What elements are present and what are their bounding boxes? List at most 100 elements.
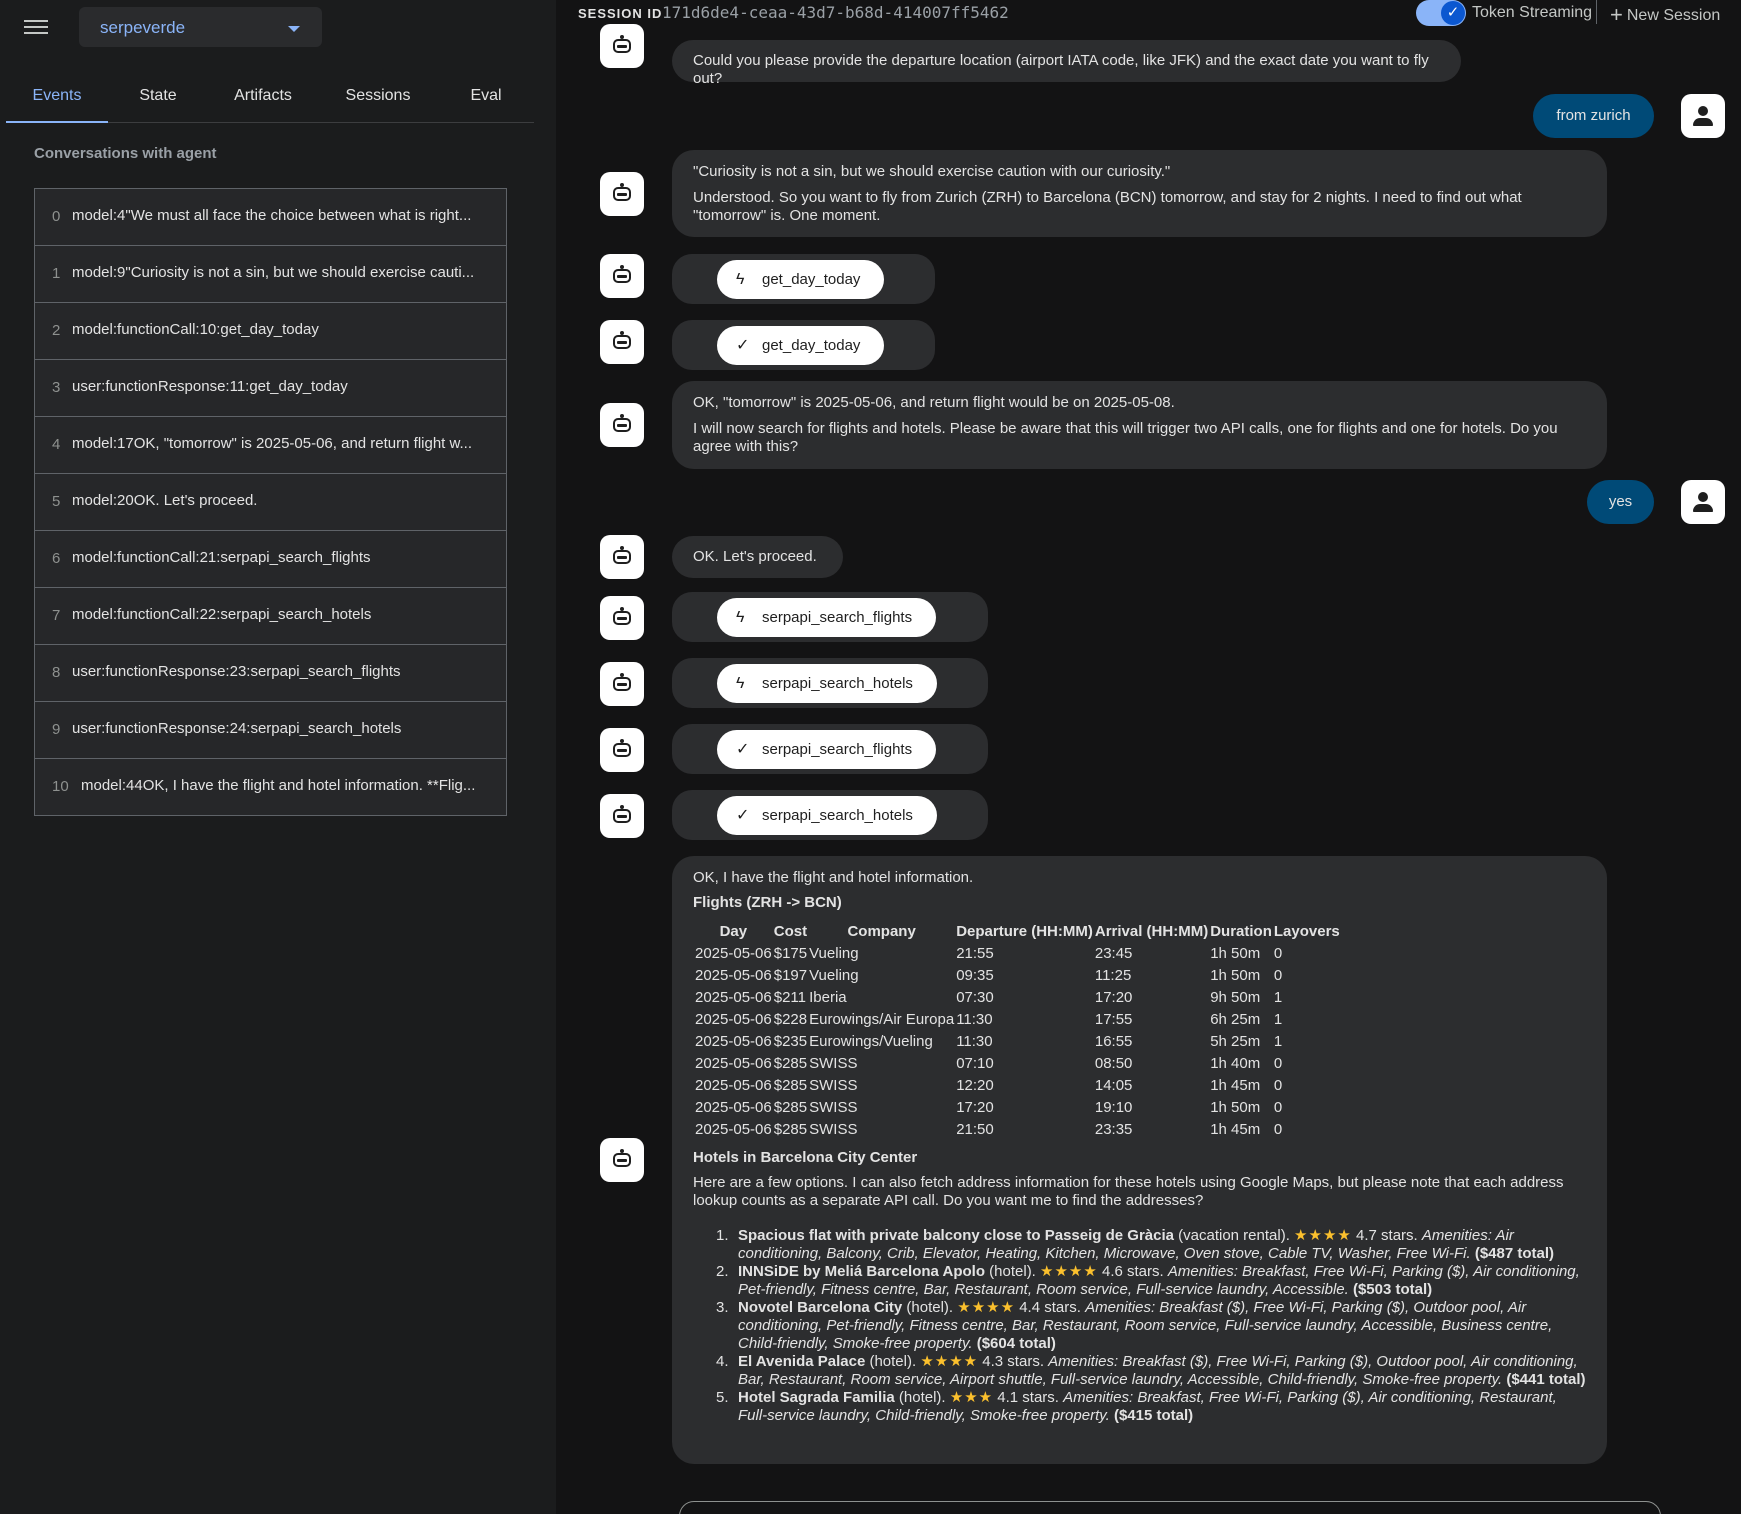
table-cell: 1h 50m: [1210, 944, 1261, 962]
list-item: 1. Spacious flat with private balcony clo…: [716, 1227, 1586, 1263]
table-cell: 1h 45m: [1210, 1076, 1261, 1094]
event-row[interactable]: 5 model:20OK. Let's proceed.: [34, 474, 507, 531]
new-session-label: New Session: [1626, 7, 1721, 24]
hotel-total: ($604 total): [972, 1335, 1056, 1352]
table-cell: 0: [1273, 1098, 1283, 1116]
table-cell: 0: [1273, 944, 1283, 962]
column-header: Cost: [773, 922, 808, 940]
event-row[interactable]: 3 user:functionResponse:11:get_day_today: [34, 360, 507, 417]
event-row[interactable]: 8 user:functionResponse:23:serpapi_search…: [34, 645, 507, 702]
bot-avatar: [600, 535, 644, 579]
conversations-title: Conversations with agent: [34, 145, 217, 162]
message-text: OK, "tomorrow" is 2025-05-06, and return…: [693, 394, 1175, 411]
table-cell: 11:30: [956, 1010, 993, 1028]
event-text: model:4"We must all face the choice betw…: [72, 207, 472, 224]
bot-icon: [611, 414, 633, 434]
final-intro: OK, I have the flight and hotel informat…: [693, 869, 974, 886]
hotel-type: (vacation rental).: [1173, 1227, 1295, 1244]
menu-icon[interactable]: [24, 16, 48, 38]
event-index: 4: [52, 436, 61, 453]
check-icon: ✓: [736, 741, 750, 758]
table-cell: 2025-05-06: [695, 944, 772, 962]
table-cell: $285: [773, 1076, 808, 1094]
app-select[interactable]: serpeverde: [79, 7, 322, 47]
function-response-chip[interactable]: ✓ get_day_today: [717, 326, 885, 365]
function-response-card: ✓ serpapi_search_flights: [672, 724, 988, 774]
event-text: user:functionResponse:11:get_day_today: [72, 378, 348, 395]
event-row[interactable]: 4 model:17OK, "tomorrow" is 2025-05-06, a…: [34, 417, 507, 474]
table-cell: SWISS: [809, 1098, 858, 1116]
event-index: 0: [52, 208, 61, 225]
bot-icon: [611, 183, 633, 203]
function-name: serpapi_search_hotels: [762, 675, 913, 692]
star-rating-icon: ★★★: [949, 1389, 994, 1406]
bot-icon: [611, 1149, 633, 1169]
table-cell: 1: [1273, 1010, 1283, 1028]
event-row[interactable]: 9 user:functionResponse:24:serpapi_search…: [34, 702, 507, 759]
bolt-icon: ϟ: [736, 675, 745, 692]
event-list: 0 model:4"We must all face the choice bet…: [34, 188, 507, 816]
table-cell: 1h 40m: [1210, 1054, 1261, 1072]
message-text: Understood. So you want to fly from Zuri…: [693, 189, 1522, 224]
column-header: Duration: [1210, 922, 1272, 940]
event-row[interactable]: 2 model:functionCall:10:get_day_today: [34, 303, 507, 360]
event-index: 2: [52, 322, 61, 339]
bot-icon: [611, 35, 633, 55]
function-response-card: ✓ serpapi_search_hotels: [672, 790, 988, 840]
bot-avatar: [600, 403, 644, 447]
table-cell: $175: [773, 944, 808, 962]
function-response-chip[interactable]: ✓ serpapi_search_flights: [717, 730, 937, 769]
bot-avatar: [600, 172, 644, 216]
event-row[interactable]: 1 model:9"Curiosity is not a sin, but we …: [34, 246, 507, 303]
bot-message: "Curiosity is not a sin, but we should e…: [672, 150, 1607, 237]
event-row[interactable]: 6 model:functionCall:21:serpapi_search_fl…: [34, 531, 507, 588]
table-cell: Eurowings/Vueling: [809, 1032, 933, 1050]
function-name: serpapi_search_flights: [762, 741, 913, 758]
hotel-rating: 4.7 stars.: [1351, 1227, 1422, 1244]
person-icon: [1692, 105, 1714, 127]
hotels-heading: Hotels in Barcelona City Center: [693, 1149, 918, 1166]
table-cell: 0: [1273, 1076, 1283, 1094]
table-cell: SWISS: [809, 1076, 858, 1094]
tab-sessions[interactable]: Sessions: [318, 76, 438, 123]
new-session-button[interactable]: + New Session: [1610, 2, 1720, 28]
hotel-total: ($415 total): [1109, 1407, 1194, 1424]
event-index: 6: [52, 550, 61, 567]
function-call-chip[interactable]: ϟ serpapi_search_hotels: [717, 664, 937, 703]
tab-eval[interactable]: Eval: [438, 76, 534, 123]
function-call-chip[interactable]: ϟ get_day_today: [717, 260, 885, 299]
app-select-value: serpeverde: [100, 18, 186, 37]
bot-avatar: [600, 254, 644, 298]
hotel-name: INNSiDE by Meliá Barcelona Apolo: [738, 1263, 985, 1280]
token-streaming-toggle[interactable]: ✓: [1416, 0, 1466, 26]
table-cell: 07:10: [956, 1054, 994, 1072]
table-cell: Vueling: [809, 966, 859, 984]
function-call-chip[interactable]: ϟ serpapi_search_flights: [717, 598, 937, 637]
bot-icon: [611, 331, 633, 351]
table-cell: $285: [773, 1098, 808, 1116]
bot-message: Could you please provide the departure l…: [672, 40, 1461, 87]
hotel-type: (hotel).: [985, 1263, 1041, 1280]
function-name: get_day_today: [762, 337, 861, 354]
function-name: serpapi_search_flights: [762, 609, 913, 626]
event-row[interactable]: 0 model:4"We must all face the choice bet…: [34, 189, 507, 246]
event-row[interactable]: 7 model:functionCall:22:serpapi_search_ho…: [34, 588, 507, 645]
tab-artifacts[interactable]: Artifacts: [208, 76, 318, 123]
event-text: model:44OK, I have the flight and hotel …: [81, 777, 476, 794]
message-input[interactable]: [679, 1501, 1661, 1514]
side-panel-header: serpeverde: [0, 0, 556, 56]
table-cell: 1h 50m: [1210, 966, 1261, 984]
bolt-icon: ϟ: [736, 271, 745, 288]
table-row: 2025-05-06 $175 Vueling 21:55 23:45 1h 50m 0: [694, 942, 1341, 964]
event-row[interactable]: 10 model:44OK, I have the flight and hote…: [34, 759, 507, 816]
tab-state[interactable]: State: [108, 76, 208, 123]
table-cell: 1: [1273, 988, 1283, 1006]
table-cell: Iberia: [809, 988, 847, 1006]
tab-events[interactable]: Events: [6, 76, 108, 123]
list-item: 3. Novotel Barcelona City (hotel). ★★★★ 4…: [716, 1299, 1586, 1353]
hotel-total: ($487 total): [1470, 1245, 1555, 1262]
user-message: from zurich: [1533, 94, 1654, 138]
message-text: OK. Let's proceed.: [693, 548, 817, 565]
table-cell: $285: [773, 1054, 808, 1072]
function-response-chip[interactable]: ✓ serpapi_search_hotels: [717, 796, 937, 835]
